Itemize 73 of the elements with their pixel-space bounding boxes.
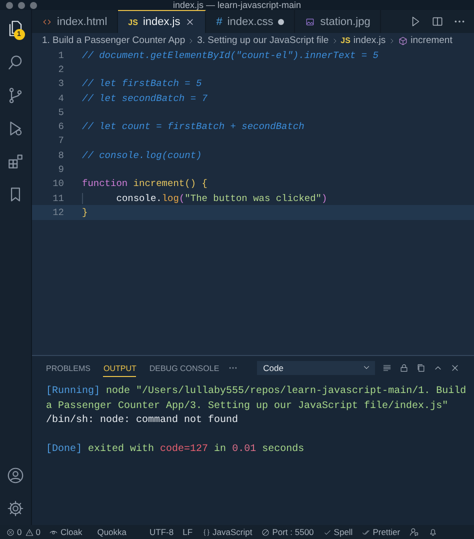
line-number: 9 [57, 164, 64, 176]
check-icon [322, 528, 332, 536]
breadcrumb-item[interactable]: 3. Setting up our JavaScript file [197, 35, 329, 46]
chevron-down-icon [362, 363, 372, 372]
status-item[interactable]: Prettier [362, 527, 400, 537]
status-item[interactable]: Spell [322, 527, 353, 537]
panel-tab[interactable]: OUTPUT [103, 358, 136, 376]
line-number: 6 [57, 121, 64, 132]
image-icon [305, 16, 316, 26]
js-file-icon: JS [128, 18, 138, 26]
warning-icon [24, 528, 34, 536]
close-icon [185, 17, 196, 27]
code-line: // let firstBatch = 5 [82, 78, 202, 90]
modified-dot [278, 18, 284, 24]
status-item[interactable]: Cloak [49, 527, 82, 537]
breadcrumb-item[interactable]: 1. Build a Passenger Counter App [42, 35, 186, 46]
status-item[interactable]: JavaScript [202, 527, 252, 537]
js-file-icon: JS [340, 36, 350, 45]
double-check-icon [362, 528, 371, 536]
line-number: 2 [57, 64, 64, 75]
status-item[interactable]: UTF-8 [150, 527, 174, 537]
status-item[interactable]: LF [182, 527, 193, 537]
close-icon[interactable] [450, 362, 460, 372]
breadcrumb-item[interactable]: JS index.js [340, 35, 386, 46]
output-line: [Running] node "/Users/lullaby555/repos/learn-javascript-main/1. Build [46, 385, 468, 399]
code-line: } [82, 206, 88, 218]
account-icon[interactable] [6, 466, 25, 485]
breadcrumb-item[interactable]: increment [398, 35, 452, 46]
tab-label: index.css [227, 16, 274, 28]
line-number: 10 [52, 178, 64, 190]
copy-icon[interactable] [416, 362, 426, 372]
line-number: 1 [57, 50, 64, 61]
code-line: function increment() { [82, 178, 208, 190]
output-line: [Done] exited with code=127 in 0.01 seconds [46, 443, 306, 458]
line-number: 3 [57, 78, 64, 90]
line-number: 12 [52, 206, 64, 218]
tab-label: index.html [57, 16, 108, 28]
code-line: console.log("The button was clicked") [82, 192, 328, 204]
hash-icon: # [216, 16, 222, 28]
extensions-icon[interactable] [6, 152, 25, 171]
output-line: /bin/sh: node: command not found [46, 414, 240, 428]
feedback-icon[interactable] [409, 527, 420, 537]
panel-tab[interactable]: PROBLEMS [46, 358, 90, 376]
code-line: // let count = firstBatch + secondBatch [82, 121, 304, 132]
panel-tab[interactable]: DEBUG CONSOLE [149, 358, 220, 376]
output-channel-dropdown[interactable]: Code [257, 360, 376, 374]
output-line: a Passenger Counter App/3. Setting up our JavaScript file/index.js" [46, 400, 450, 414]
settings-icon[interactable] [6, 499, 25, 518]
list-icon[interactable] [382, 362, 392, 372]
line-number: 8 [57, 150, 64, 161]
window-title: index.js — learn-javascript-main [172, 0, 302, 10]
braces-icon [202, 528, 211, 536]
code-line: // console.log(count) [82, 150, 202, 161]
lock-icon[interactable] [399, 362, 410, 372]
tab-label: station.jpg [320, 16, 370, 28]
code-line: // document.getElementById("count-el").innerText = 5 [82, 50, 378, 61]
tab-label: index.js [142, 16, 180, 28]
status-item[interactable]: 0 [24, 527, 40, 537]
editor-tab[interactable]: JS index.js [118, 10, 206, 33]
code-brackets-icon [42, 16, 52, 26]
no-sign-icon [261, 528, 270, 536]
status-item[interactable]: Quokka [97, 527, 126, 537]
status-item[interactable]: Port : 5500 [261, 527, 314, 537]
line-number: 4 [57, 92, 64, 104]
status-item[interactable]: 0 [6, 527, 22, 537]
code-line: // let secondBatch = 7 [82, 92, 208, 104]
bell-icon[interactable] [428, 527, 438, 537]
line-number: 11 [52, 192, 64, 204]
error-icon [6, 528, 15, 536]
split-editor-icon[interactable] [431, 15, 444, 28]
line-number: 7 [57, 135, 64, 146]
line-number: 5 [57, 106, 64, 118]
cube-icon [398, 36, 408, 46]
